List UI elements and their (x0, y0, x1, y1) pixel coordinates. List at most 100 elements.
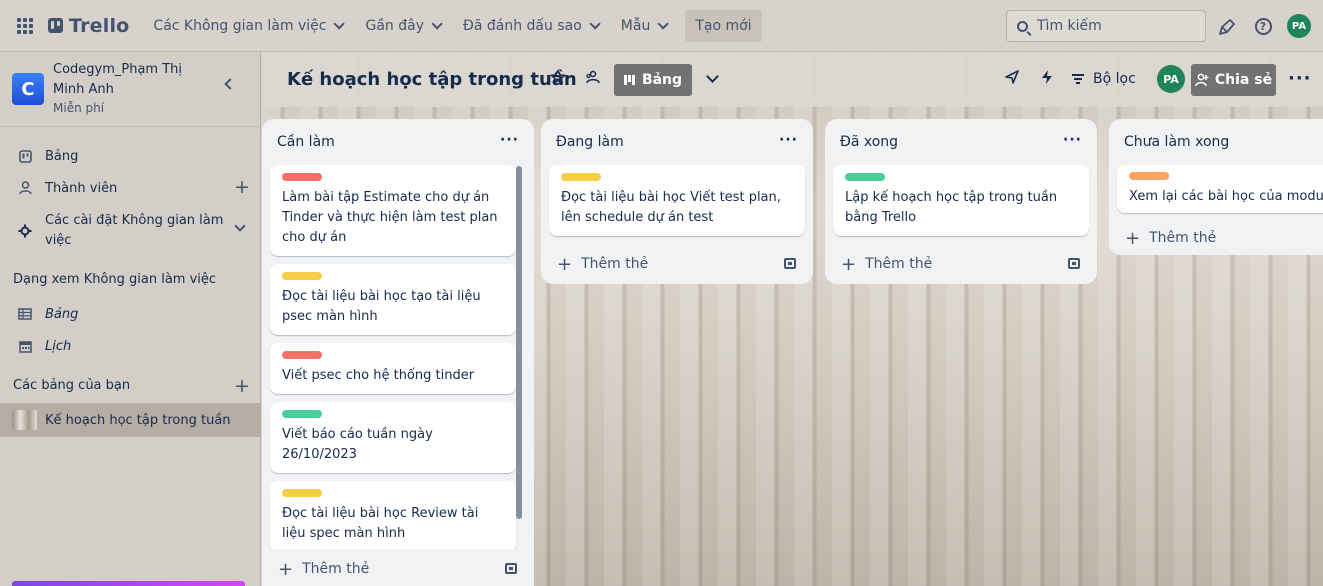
board-canvas: Kế hoạch học tập trong tuần Bảng Bộ lọc … (262, 52, 1323, 586)
power-ups-icon[interactable] (1004, 69, 1020, 89)
star-icon[interactable] (550, 69, 566, 89)
calendar-icon (18, 340, 32, 353)
card[interactable]: Làm bài tập Estimate cho dự án Tinder và… (270, 165, 516, 256)
recent-menu-label: Gần đây (365, 17, 424, 34)
add-member-icon (1195, 73, 1209, 87)
create-button-label: Tạo mới (695, 17, 752, 34)
board-member-avatar[interactable]: PA (1157, 65, 1185, 93)
chevron-down-icon[interactable] (706, 70, 719, 83)
card[interactable]: Lập kế hoạch học tập trong tuần bằng Tre… (833, 165, 1089, 236)
card-title: Viết psec cho hệ thống tinder (282, 368, 475, 383)
add-board-icon[interactable]: + (234, 377, 250, 396)
card-title: Xem lại các bài học của module (1129, 189, 1323, 204)
board-title[interactable]: Kế hoạch học tập trong tuần (287, 69, 577, 90)
card[interactable]: Viết psec cho hệ thống tinder (270, 343, 516, 394)
list-title[interactable]: Đã xong (840, 134, 898, 150)
workspace-header: C Codegym_Phạm Thị Minh Anh Miễn phí (0, 52, 260, 127)
card-label (282, 410, 322, 418)
filter-icon (1072, 74, 1084, 84)
member-icon (18, 181, 32, 195)
add-card-button[interactable]: + Thêm thẻ (541, 244, 813, 284)
board-view-icon (623, 75, 635, 85)
plus-icon: + (557, 253, 573, 275)
workspace-visibility-icon[interactable] (585, 69, 601, 89)
plus-icon: + (1125, 227, 1141, 249)
create-button[interactable]: Tạo mới (685, 9, 762, 42)
collapse-sidebar-icon[interactable] (224, 78, 236, 90)
add-card-label: Thêm thẻ (302, 561, 370, 577)
templates-menu-label: Mẫu (620, 17, 651, 34)
gear-icon (18, 224, 32, 238)
sidebar-item-members[interactable]: Thành viên (0, 177, 260, 199)
your-boards-heading: Các bảng của bạn (13, 378, 131, 393)
filter-label: Bộ lọc (1093, 71, 1136, 87)
card[interactable]: Đọc tài liệu bài học tạo tài liệu psec m… (270, 264, 516, 335)
sidebar-item-label: Các cài đặt Không gian làm việc (45, 213, 224, 248)
sidebar-view-label: Lịch (45, 338, 72, 354)
list-menu-icon[interactable]: ··· (500, 132, 519, 148)
add-card-button[interactable]: + Thêm thẻ (1109, 221, 1323, 255)
card[interactable]: Xem lại các bài học của module (1117, 165, 1323, 213)
card-label (282, 272, 322, 280)
add-card-button[interactable]: + Thêm thẻ (825, 244, 1097, 284)
add-card-label: Thêm thẻ (1149, 230, 1217, 246)
add-member-icon[interactable]: + (234, 178, 250, 197)
card-title: Viết báo cáo tuần ngày 26/10/2023 (282, 427, 433, 462)
card-template-icon[interactable] (1068, 258, 1080, 269)
card[interactable]: Đọc tài liệu bài học Review tài liệu spe… (270, 481, 516, 549)
share-button[interactable]: Chia sẻ (1191, 64, 1276, 96)
search-input[interactable]: Tìm kiếm (1006, 10, 1206, 42)
more-options-icon[interactable]: ··· (1288, 68, 1312, 89)
notifications-icon[interactable] (1217, 16, 1237, 36)
sidebar-item-boards[interactable]: Bảng (0, 145, 260, 167)
recent-menu[interactable]: Gần đây (355, 10, 449, 42)
list-menu-icon[interactable]: ··· (1063, 132, 1082, 148)
trello-logo[interactable]: Trello (48, 15, 129, 37)
workspaces-menu[interactable]: Các Không gian làm việc (143, 10, 351, 42)
list-header[interactable]: Đang làm ··· (541, 119, 813, 165)
list-header[interactable]: Chưa làm xong (1109, 119, 1323, 165)
board-icon (18, 149, 32, 163)
starred-menu[interactable]: Đã đánh dấu sao (453, 10, 607, 42)
sidebar-item-label: Thành viên (45, 180, 118, 196)
card-title: Đọc tài liệu bài học tạo tài liệu psec m… (282, 289, 481, 324)
templates-menu[interactable]: Mẫu (611, 10, 676, 42)
sidebar-item-label: Bảng (45, 148, 79, 164)
list-title[interactable]: Chưa làm xong (1124, 134, 1229, 150)
card-label (1129, 172, 1169, 180)
board-thumbnail (12, 410, 37, 430)
automation-icon[interactable] (1040, 69, 1054, 89)
help-icon[interactable]: ? (1253, 16, 1273, 36)
card-template-icon[interactable] (505, 563, 517, 574)
add-card-label: Thêm thẻ (581, 256, 649, 272)
card-label (282, 351, 322, 359)
list-title[interactable]: Cần làm (277, 134, 335, 150)
workspace-name[interactable]: Codegym_Phạm Thị Minh Anh (53, 60, 198, 100)
app-switcher-icon[interactable] (17, 17, 33, 34)
board-view-label: Bảng (641, 72, 683, 88)
sidebar-item-workspace-settings[interactable]: Các cài đặt Không gian làm việc (0, 211, 260, 251)
sidebar-view-table[interactable]: Bảng (0, 303, 260, 325)
list-title[interactable]: Đang làm (556, 134, 624, 150)
add-card-button[interactable]: + Thêm thẻ (262, 549, 534, 586)
card-template-icon[interactable] (784, 258, 796, 269)
card-title: Lập kế hoạch học tập trong tuần bằng Tre… (845, 190, 1058, 225)
card[interactable]: Viết báo cáo tuần ngày 26/10/2023 (270, 402, 516, 473)
card[interactable]: Đọc tài liệu bài học Viết test plan, lên… (549, 165, 805, 236)
upgrade-banner[interactable] (12, 581, 245, 586)
list-header[interactable]: Đã xong ··· (825, 119, 1097, 165)
sidebar-board-item[interactable]: Kế hoạch học tập trong tuần (0, 403, 260, 437)
workspace-logo[interactable]: C (12, 73, 44, 105)
avatar[interactable]: PA (1287, 14, 1311, 38)
plus-icon: + (278, 558, 294, 580)
filter-button[interactable]: Bộ lọc (1072, 71, 1136, 87)
sidebar-view-calendar[interactable]: Lịch (0, 335, 260, 357)
card-label (282, 173, 322, 181)
list-todo: Cần làm ··· Làm bài tập Estimate cho dự … (262, 119, 534, 586)
list-menu-icon[interactable]: ··· (779, 132, 798, 148)
list-unfinished: Chưa làm xong Xem lại các bài học của mo… (1109, 119, 1323, 255)
board-view-button[interactable]: Bảng (614, 64, 692, 96)
list-header[interactable]: Cần làm ··· (262, 119, 534, 165)
list-scrollbar[interactable] (516, 166, 522, 519)
board-header: Kế hoạch học tập trong tuần Bảng Bộ lọc … (262, 52, 1323, 107)
